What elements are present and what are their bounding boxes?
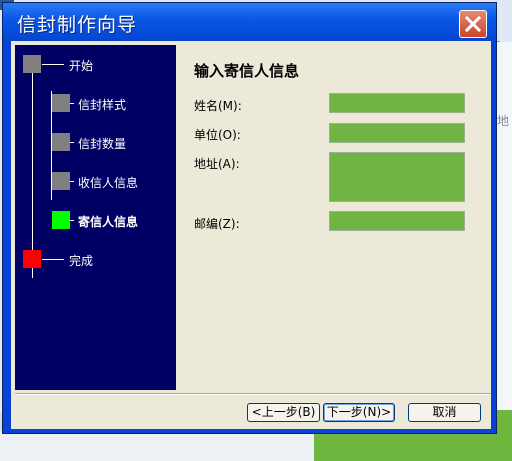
- dialog-titlebar[interactable]: 信封制作向导: [3, 3, 496, 41]
- step-label-sender: 寄信人信息: [78, 215, 139, 229]
- background-document-text: 地: [497, 114, 510, 128]
- name-label: 姓名(M):: [194, 99, 242, 113]
- sender-info-form: 输入寄信人信息 姓名(M): 单位(O): 地址(A): 邮编(Z):: [176, 45, 491, 390]
- dialog-title: 信封制作向导: [17, 14, 138, 36]
- form-heading: 输入寄信人信息: [194, 62, 300, 80]
- step-marker-envelope-count: [52, 133, 70, 151]
- back-button[interactable]: <上一步(B): [247, 403, 320, 422]
- zip-field[interactable]: [329, 211, 465, 231]
- address-field[interactable]: [329, 152, 465, 202]
- background-status-area: [0, 431, 320, 461]
- unit-field[interactable]: [329, 123, 465, 143]
- name-field[interactable]: [329, 93, 465, 113]
- step-marker-finish: [23, 250, 41, 268]
- envelope-wizard-dialog: 信封制作向导 开始 信封样式 信封数量 收信人信息 寄信人信息 完成 输入寄信人…: [2, 2, 497, 434]
- close-icon: [464, 15, 482, 33]
- step-marker-recipient: [52, 172, 70, 190]
- step-marker-envelope-style: [52, 94, 70, 112]
- step-line-0: [42, 64, 64, 65]
- next-button[interactable]: 下一步(N)>: [323, 403, 395, 422]
- step-line-5: [42, 259, 64, 260]
- close-button[interactable]: [459, 10, 487, 38]
- address-label: 地址(A):: [194, 157, 240, 171]
- step-label-envelope-count: 信封数量: [78, 137, 127, 151]
- zip-label: 邮编(Z):: [194, 217, 240, 231]
- step-label-recipient: 收信人信息: [78, 176, 139, 190]
- dialog-client-area: 开始 信封样式 信封数量 收信人信息 寄信人信息 完成 输入寄信人信息 姓名(M…: [11, 41, 491, 429]
- step-label-start: 开始: [69, 59, 94, 73]
- steps-connector-outer: [32, 73, 33, 278]
- step-label-envelope-style: 信封样式: [78, 98, 127, 112]
- cancel-button[interactable]: 取消: [408, 403, 481, 422]
- step-marker-sender: [52, 211, 70, 229]
- unit-label: 单位(O):: [194, 128, 241, 142]
- step-marker-start: [23, 55, 41, 73]
- step-label-finish: 完成: [69, 254, 94, 268]
- wizard-steps-panel: 开始 信封样式 信封数量 收信人信息 寄信人信息 完成: [15, 45, 176, 390]
- button-separator-highlight: [15, 394, 491, 395]
